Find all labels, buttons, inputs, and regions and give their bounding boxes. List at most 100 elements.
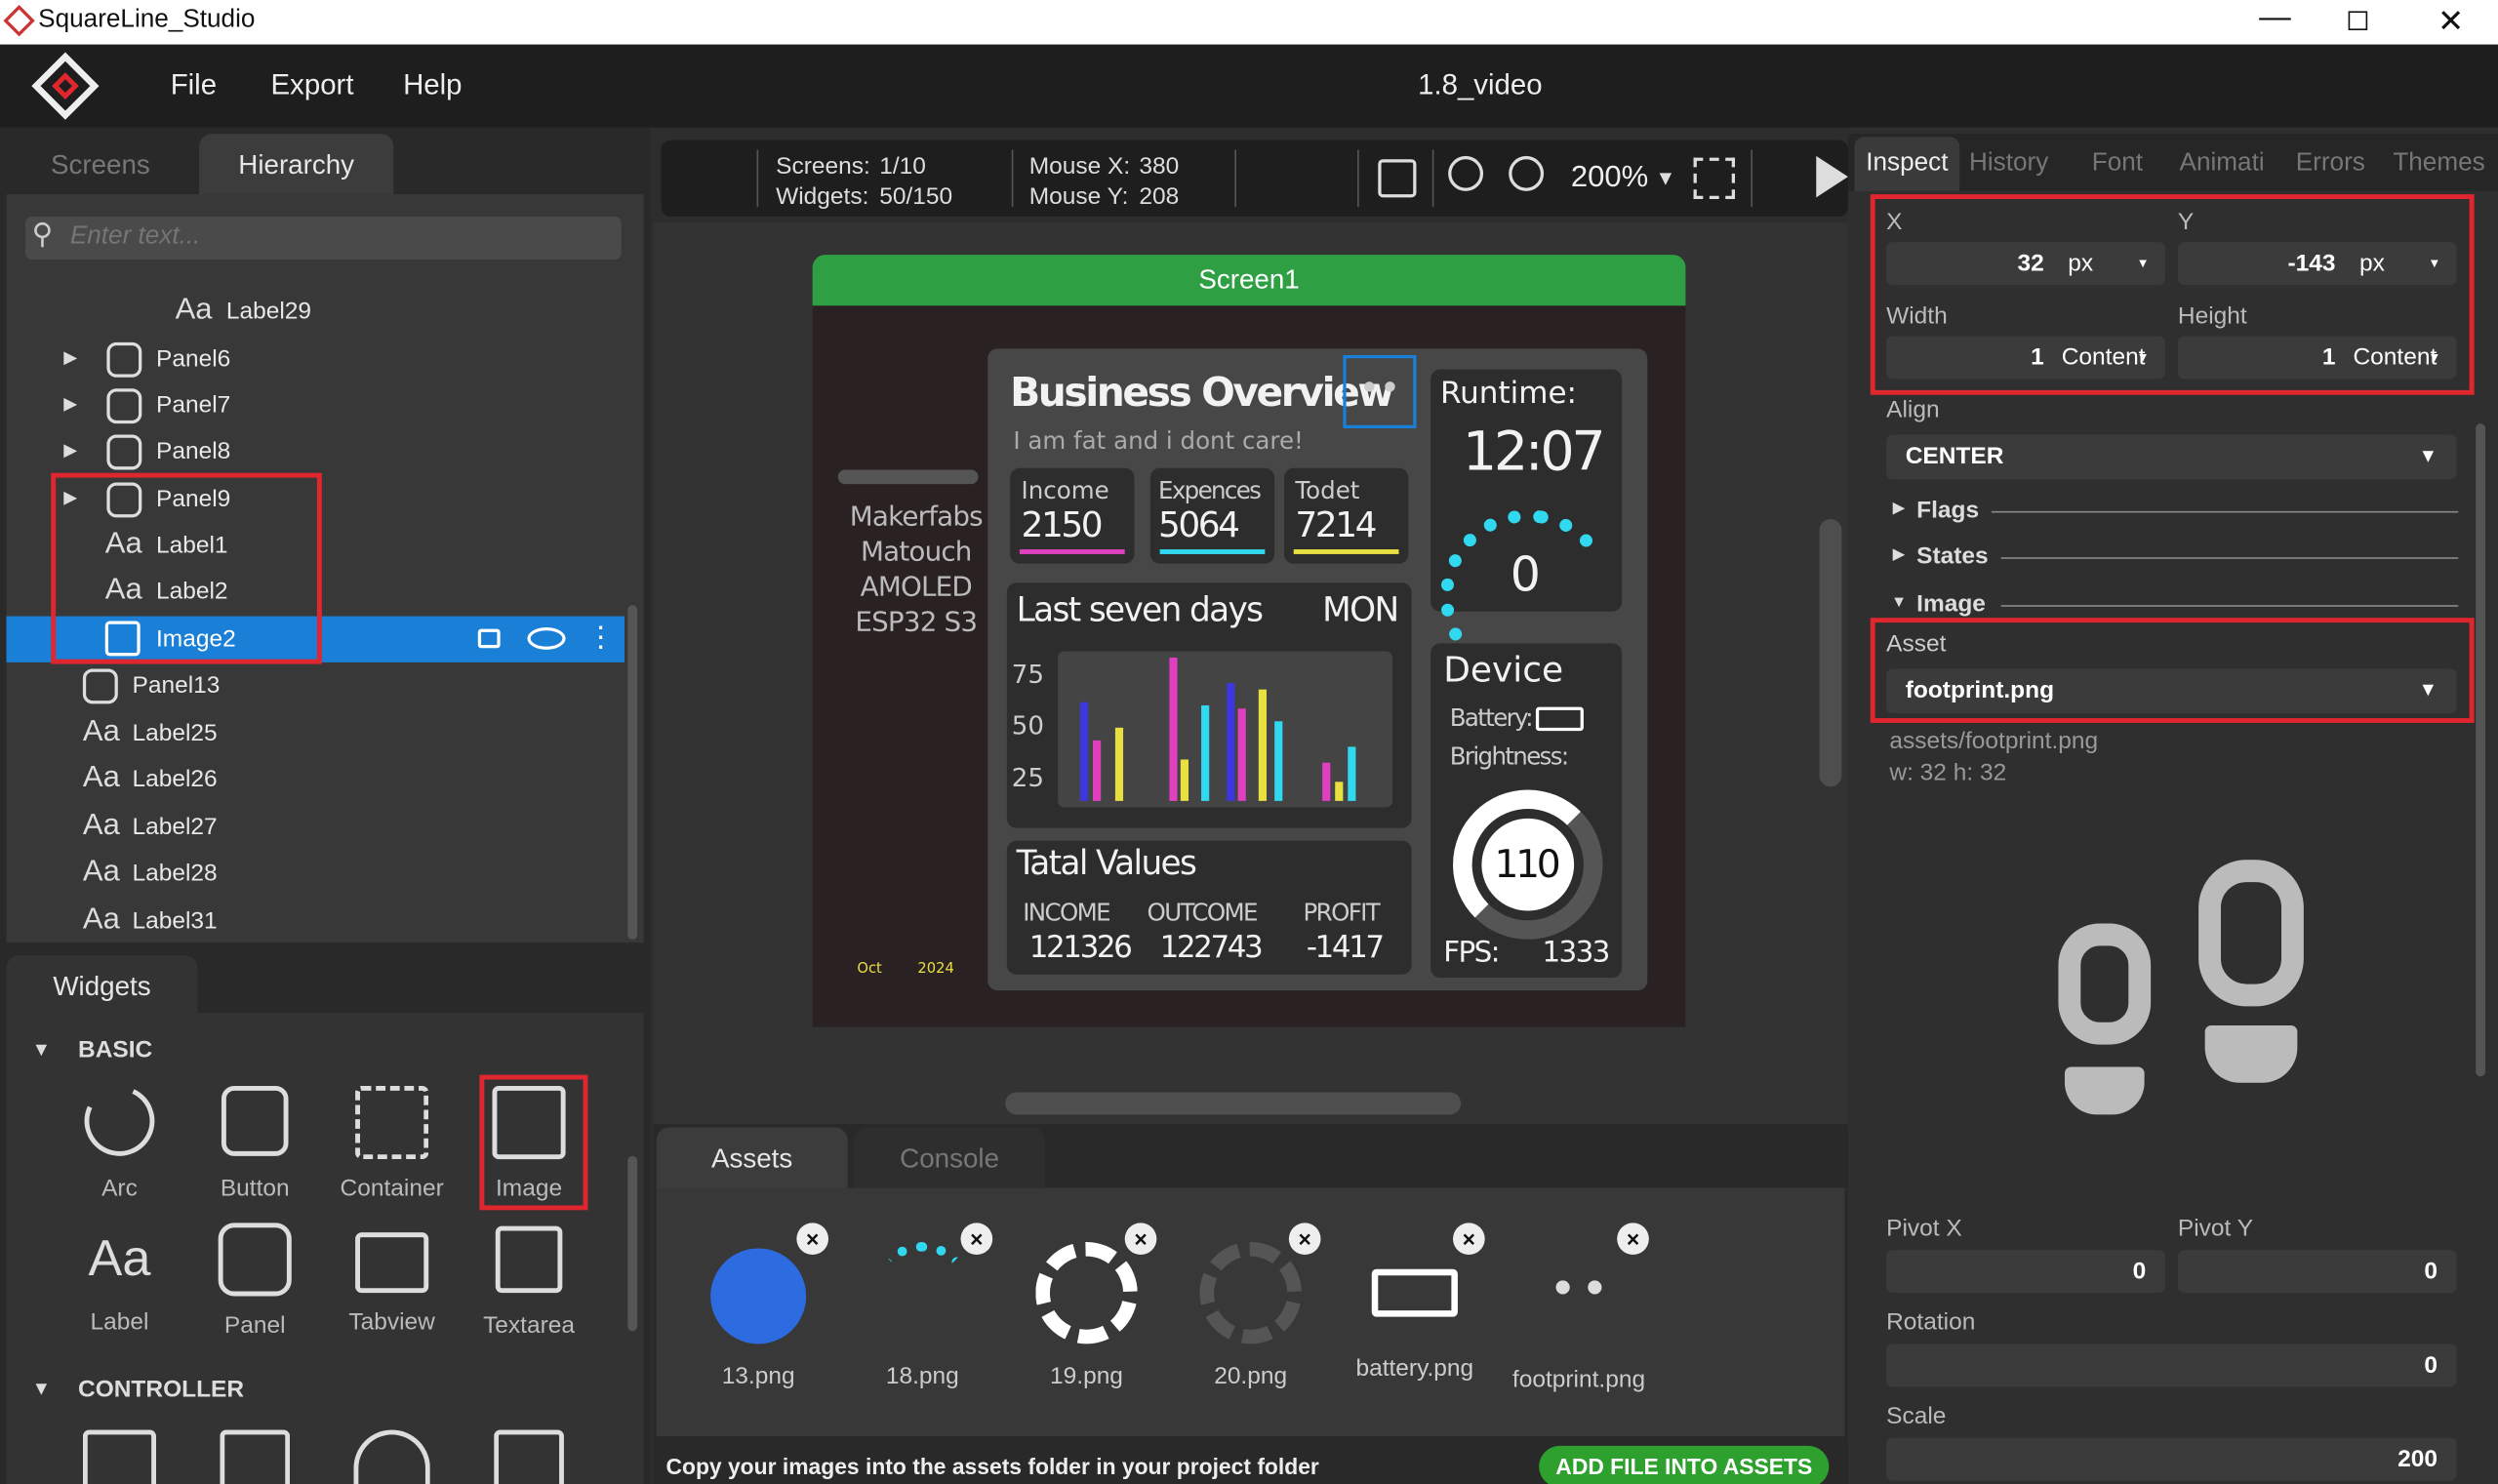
battery-icon xyxy=(1371,1268,1458,1317)
textarea-icon xyxy=(495,1225,563,1294)
remove-asset-footprint-icon[interactable]: × xyxy=(1617,1223,1649,1256)
collapse-basic-icon[interactable]: ▼ xyxy=(32,1038,51,1061)
remove-asset-18-icon[interactable]: × xyxy=(960,1223,993,1256)
zoom-in-icon[interactable] xyxy=(1509,155,1545,191)
tab-errors[interactable]: Errors xyxy=(2296,149,2365,178)
highlight-asset xyxy=(1870,618,2475,723)
remove-asset-19-icon[interactable]: × xyxy=(1124,1223,1157,1256)
app-window: SquareLine_Studio — ✕ File Export Help 1… xyxy=(0,0,2498,1484)
hierarchy-search[interactable]: ⚲ xyxy=(25,216,622,261)
mousey-value: 208 xyxy=(1139,182,1180,211)
income-card: Income 2150 xyxy=(1010,467,1135,564)
mousex-value: 380 xyxy=(1139,152,1180,180)
mousey-label: Mouse Y: xyxy=(1028,182,1129,211)
eye-icon[interactable] xyxy=(527,627,566,650)
tree-item-label29[interactable]: Aa Label29 xyxy=(7,288,624,334)
menu-export[interactable]: Export xyxy=(271,68,354,101)
zoom-dropdown-icon[interactable]: ▼ xyxy=(1655,166,1675,189)
tab-hierarchy[interactable]: Hierarchy xyxy=(199,134,394,198)
label-icon: Aa xyxy=(88,1228,151,1287)
app-icon xyxy=(3,5,35,37)
flags-expand-icon[interactable]: ▶ xyxy=(1893,500,1906,517)
info-lines: Makerfabs Matouch AMOLED ESP32 S3 xyxy=(828,500,1004,640)
tree-item-label27[interactable]: Aa Label27 xyxy=(7,804,624,850)
lock-icon[interactable] xyxy=(477,628,501,649)
remove-asset-20-icon[interactable]: × xyxy=(1288,1223,1321,1256)
widget-container[interactable]: Container xyxy=(328,1083,456,1202)
menu-file[interactable]: File xyxy=(171,68,217,101)
pivot-x-field[interactable]: 0 xyxy=(1886,1250,2165,1294)
tree-item-label26[interactable]: Aa Label26 xyxy=(7,756,624,802)
section-image[interactable]: Image xyxy=(1916,590,1986,618)
tree-item-label31[interactable]: Aa Label31 xyxy=(7,898,624,943)
checkbox-icon[interactable] xyxy=(220,1429,291,1484)
widget-label[interactable]: Aa Label xyxy=(56,1220,183,1336)
tree-item-label25[interactable]: Aa Label25 xyxy=(7,710,624,756)
align-label: Align xyxy=(1886,396,1940,424)
search-input[interactable] xyxy=(69,220,596,256)
minimize-button[interactable]: — xyxy=(2259,0,2291,37)
zoom-level[interactable]: 200% xyxy=(1571,161,1648,196)
battery-icon xyxy=(1535,706,1584,732)
widgets-scrollbar[interactable] xyxy=(627,1155,638,1332)
project-name: 1.8_video xyxy=(1418,68,1543,100)
hierarchy-scrollbar[interactable] xyxy=(627,605,638,940)
states-expand-icon[interactable]: ▶ xyxy=(1893,546,1906,564)
tab-assets[interactable]: Assets xyxy=(656,1127,848,1191)
tab-screens[interactable]: Screens xyxy=(13,134,188,197)
footprint-image-selected[interactable]: •• xyxy=(1343,354,1417,429)
section-states[interactable]: States xyxy=(1916,543,1989,571)
more-icon[interactable]: ⋮ xyxy=(586,615,615,661)
tree-item-panel13[interactable]: Panel13 xyxy=(7,662,624,708)
rotation-field[interactable]: 0 xyxy=(1886,1344,2457,1387)
search-icon: ⚲ xyxy=(31,218,54,251)
tab-history[interactable]: History xyxy=(1969,149,2048,178)
restore-button[interactable] xyxy=(2348,11,2368,31)
screens-label: Screens: xyxy=(776,152,870,180)
calendar-icon[interactable] xyxy=(82,1429,157,1484)
widget-tabview[interactable]: Tabview xyxy=(328,1220,456,1336)
menu-help[interactable]: Help xyxy=(403,68,462,101)
tree-item-panel8[interactable]: ▶ Panel8 xyxy=(7,428,624,474)
dropdown-icon[interactable] xyxy=(494,1429,564,1484)
logo-icon[interactable] xyxy=(31,52,100,120)
widget-arc[interactable]: Arc xyxy=(56,1075,183,1202)
tab-font[interactable]: Font xyxy=(2092,149,2143,178)
screen-tab[interactable]: Screen1 xyxy=(812,255,1686,306)
fit-screen-icon[interactable] xyxy=(1693,157,1736,199)
section-basic: BASIC xyxy=(78,1036,153,1064)
touch-icon xyxy=(221,1086,289,1156)
tab-animation[interactable]: Animati xyxy=(2180,149,2265,178)
tree-item-panel6[interactable]: ▶ Panel6 xyxy=(7,336,624,381)
mousex-label: Mouse X: xyxy=(1028,152,1131,180)
zoom-out-icon[interactable] xyxy=(1448,155,1484,191)
pivot-y-field[interactable]: 0 xyxy=(2177,1250,2457,1294)
widget-textarea[interactable]: Textarea xyxy=(465,1220,593,1340)
canvas-h-scrollbar[interactable] xyxy=(1005,1092,1462,1115)
canvas-v-scrollbar[interactable] xyxy=(1819,519,1842,787)
close-window-button[interactable]: ✕ xyxy=(2438,2,2464,42)
tab-themes[interactable]: Themes xyxy=(2393,149,2484,178)
scale-field[interactable]: 200 xyxy=(1886,1437,2457,1481)
remove-asset-13-icon[interactable]: × xyxy=(796,1223,829,1256)
section-flags[interactable]: Flags xyxy=(1916,497,1979,524)
inspector-panel: Inspect History Font Animati Errors Them… xyxy=(1847,127,2498,1484)
tree-item-label28[interactable]: Aa Label28 xyxy=(7,850,624,896)
image-collapse-icon[interactable]: ▼ xyxy=(1891,594,1907,612)
remove-asset-battery-icon[interactable]: × xyxy=(1453,1223,1485,1256)
background-image-icon[interactable] xyxy=(1378,159,1417,198)
play-icon[interactable] xyxy=(1816,155,1848,198)
add-file-button[interactable]: ADD FILE INTO ASSETS xyxy=(1539,1445,1830,1484)
collapse-controller-icon[interactable]: ▼ xyxy=(32,1378,51,1400)
inspector-scrollbar[interactable] xyxy=(2476,423,2486,1077)
screen-preview[interactable]: Makerfabs Matouch AMOLED ESP32 S3 Oct 20… xyxy=(812,305,1686,1027)
tab-widgets[interactable]: Widgets xyxy=(6,955,198,1020)
tab-console[interactable]: Console xyxy=(854,1127,1046,1191)
align-select[interactable]: CENTER ▼ xyxy=(1886,434,2457,480)
widget-button[interactable]: Button xyxy=(191,1083,319,1202)
widget-panel[interactable]: Panel xyxy=(191,1220,319,1340)
tree-item-panel7[interactable]: ▶ Panel7 xyxy=(7,382,624,428)
expences-card: Expences 5064 xyxy=(1149,467,1275,564)
tab-inspect[interactable]: Inspect xyxy=(1854,137,1960,191)
title-bar: SquareLine_Studio — ✕ xyxy=(0,0,2498,45)
